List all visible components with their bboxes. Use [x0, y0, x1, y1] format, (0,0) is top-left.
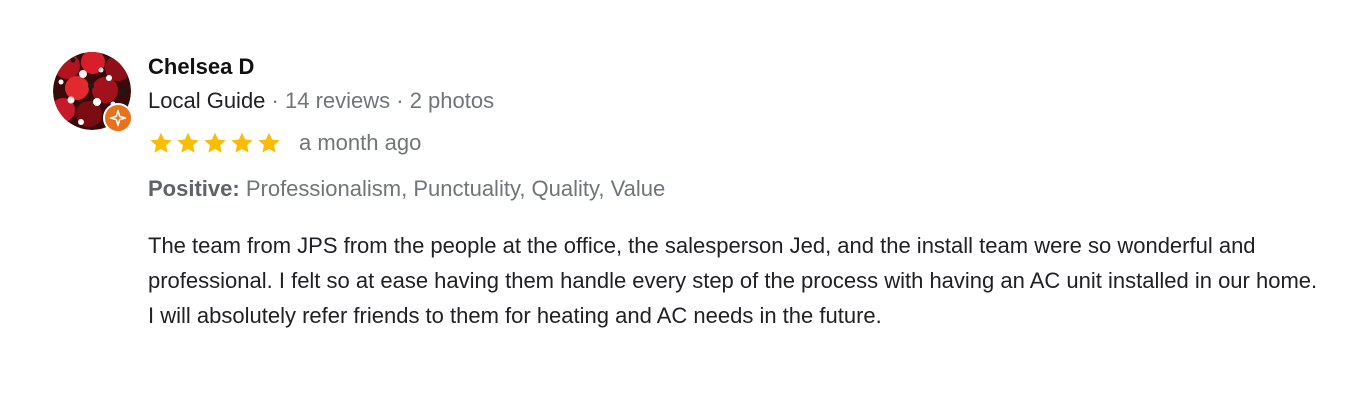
- rating-row: a month ago: [148, 128, 1338, 158]
- reviewer-meta: Local Guide · 14 reviews · 2 photos: [148, 86, 1338, 116]
- local-guide-label: Local Guide: [148, 88, 266, 113]
- reviewer-avatar-container[interactable]: [53, 52, 133, 133]
- reviews-count: 14 reviews: [284, 88, 391, 113]
- review-card: Chelsea D Local Guide · 14 reviews · 2 p…: [0, 0, 1369, 420]
- attributes-label: Positive:: [148, 176, 240, 201]
- star-icon: [150, 132, 172, 153]
- star-icon: [231, 132, 253, 153]
- star-icon: [258, 132, 280, 153]
- star-icon: [177, 132, 199, 153]
- local-guide-badge-icon: [103, 103, 133, 133]
- review-text: The team from JPS from the people at the…: [148, 233, 1318, 328]
- review-date: a month ago: [299, 130, 422, 155]
- review-content: Chelsea D Local Guide · 14 reviews · 2 p…: [148, 52, 1338, 333]
- meta-separator: ·: [265, 88, 285, 113]
- review-attributes: Positive: Professionalism, Punctuality, …: [148, 174, 1338, 204]
- photos-count: 2 photos: [409, 88, 495, 113]
- reviewer-name[interactable]: Chelsea D: [148, 52, 1338, 82]
- attributes-values: Professionalism, Punctuality, Quality, V…: [245, 176, 666, 201]
- star-icon: [204, 132, 226, 153]
- star-rating: [148, 130, 283, 156]
- meta-separator: ·: [390, 88, 410, 113]
